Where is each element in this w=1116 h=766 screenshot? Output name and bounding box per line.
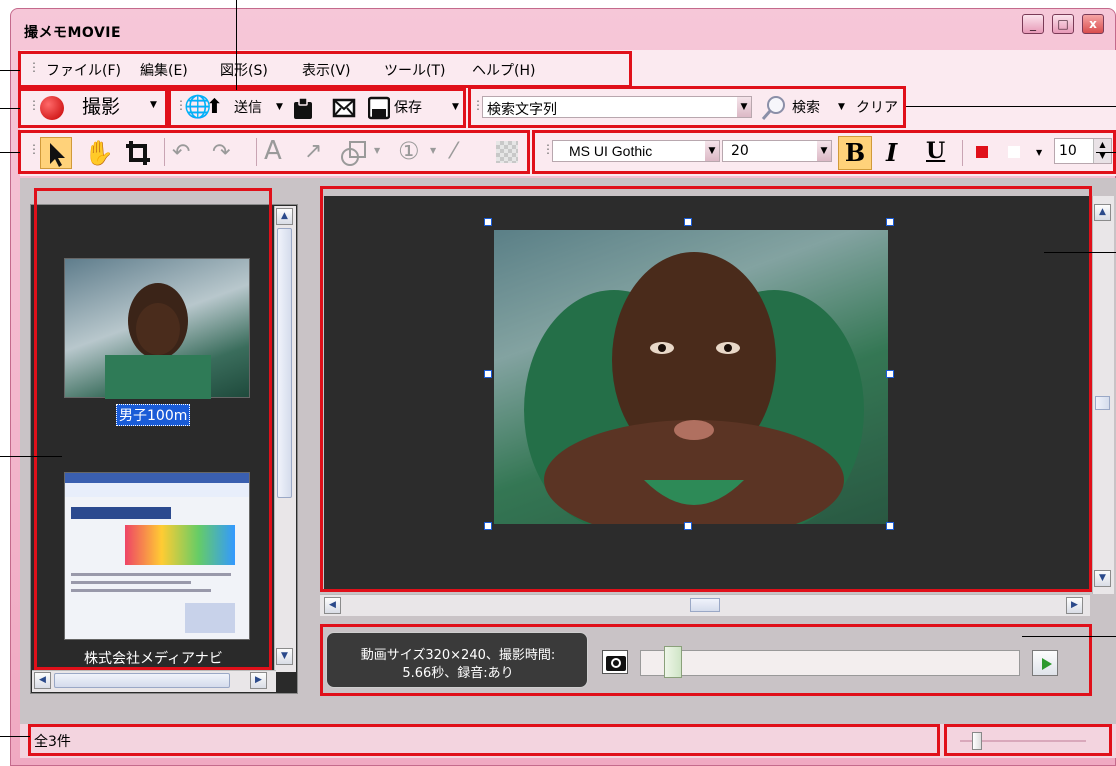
toolbar1-grip: ⋮ bbox=[28, 98, 40, 112]
canvas-scroll-thumb-h[interactable] bbox=[690, 598, 720, 612]
record-button[interactable]: 撮影 bbox=[82, 96, 120, 118]
scroll-left-icon[interactable]: ◀ bbox=[34, 672, 51, 689]
pen-tool-icon[interactable]: ⁄ bbox=[452, 139, 456, 164]
mosaic-tool-icon[interactable] bbox=[496, 141, 518, 163]
bold-button[interactable]: B bbox=[838, 136, 872, 170]
canvas-scroll-right-icon[interactable]: ▶ bbox=[1066, 597, 1083, 614]
menu-tools[interactable]: ツール(T) bbox=[384, 60, 445, 80]
snapshot-camera-icon[interactable] bbox=[602, 650, 628, 674]
mail-icon[interactable] bbox=[332, 96, 356, 120]
thumbnail-scroll-thumb[interactable] bbox=[277, 228, 292, 498]
callout-line-tools bbox=[0, 152, 20, 153]
font-name-dropdown-icon[interactable]: ▼ bbox=[705, 141, 719, 161]
font-name-select[interactable]: MS UI Gothic ▼ bbox=[552, 140, 720, 162]
shape-tool-icon[interactable] bbox=[340, 139, 368, 167]
font-size-dropdown-icon[interactable]: ▼ bbox=[817, 141, 831, 161]
select-tool-button[interactable] bbox=[40, 137, 72, 169]
maximize-button[interactable]: □ bbox=[1052, 14, 1074, 34]
video-info-line2: 5.66秒、録音:あり bbox=[402, 666, 514, 681]
callout-line-record bbox=[0, 108, 20, 109]
number-tool-button[interactable]: ① bbox=[398, 137, 420, 165]
save-dropdown-icon[interactable]: ▼ bbox=[452, 102, 459, 112]
search-input-text: 検索文字列 bbox=[487, 102, 557, 118]
text-tool-button[interactable]: A bbox=[264, 136, 282, 166]
item-count: 全3件 bbox=[34, 734, 71, 750]
font-size-value: 20 bbox=[731, 143, 749, 159]
callout-line-playback bbox=[1022, 636, 1116, 637]
callout-line-status bbox=[0, 736, 30, 737]
callout-line-menu bbox=[0, 70, 20, 71]
zoom-slider-thumb[interactable] bbox=[972, 732, 982, 750]
video-info-line1: 動画サイズ320×240、撮影時間: bbox=[360, 648, 556, 663]
save-icon[interactable] bbox=[367, 96, 391, 120]
callout-line-format bbox=[1096, 152, 1116, 153]
separator bbox=[164, 138, 166, 166]
separator3 bbox=[962, 140, 964, 166]
menu-shape[interactable]: 図形(S) bbox=[220, 60, 268, 80]
record-icon[interactable] bbox=[40, 96, 64, 120]
number-dropdown-icon[interactable]: ▼ bbox=[430, 146, 436, 155]
scroll-right-icon[interactable]: ▶ bbox=[250, 672, 267, 689]
separator2 bbox=[256, 138, 258, 166]
underline-button[interactable]: U bbox=[926, 138, 945, 164]
menu-help[interactable]: ヘルプ(H) bbox=[472, 60, 535, 80]
shape-dropdown-icon[interactable]: ▼ bbox=[374, 146, 380, 155]
font-name-value: MS UI Gothic bbox=[569, 143, 653, 159]
send-dropdown-icon[interactable]: ▼ bbox=[276, 102, 283, 112]
arrow-tool-icon[interactable]: ↗ bbox=[304, 139, 322, 164]
callout-line-canvas bbox=[1044, 252, 1116, 253]
clear-button[interactable]: クリア bbox=[856, 97, 898, 119]
send-button[interactable]: 送信 bbox=[234, 97, 262, 119]
search-dropdown-icon[interactable]: ▼ bbox=[737, 97, 751, 117]
scroll-down-icon[interactable]: ▼ bbox=[276, 648, 293, 665]
spinner-arrows-icon[interactable]: ▲ ▼ bbox=[1093, 139, 1111, 163]
menu-file[interactable]: ファイル(F) bbox=[46, 60, 121, 80]
undo-icon[interactable]: ↶ bbox=[172, 140, 190, 165]
search-input[interactable]: 検索文字列 ▼ bbox=[482, 96, 752, 118]
record-dropdown-icon[interactable]: ▼ bbox=[150, 100, 157, 110]
seek-thumb[interactable] bbox=[664, 646, 682, 678]
scroll-up-icon[interactable]: ▲ bbox=[276, 208, 293, 225]
save-button[interactable]: 保存 bbox=[394, 97, 422, 119]
close-button[interactable]: x bbox=[1082, 14, 1104, 34]
font-size-select[interactable]: 20 ▼ bbox=[722, 140, 832, 162]
callout-line-search bbox=[906, 106, 1116, 107]
canvas-scrollbar-v[interactable] bbox=[1092, 196, 1114, 594]
playback-seek-bar[interactable] bbox=[640, 650, 1020, 676]
search-dropdown-arrow[interactable]: ▼ bbox=[838, 102, 845, 112]
canvas-scroll-left-icon[interactable]: ◀ bbox=[324, 597, 341, 614]
search-button[interactable]: 検索 bbox=[792, 97, 820, 119]
thumbnail-panel-highlight bbox=[34, 188, 272, 670]
hand-icon[interactable]: ✋ bbox=[84, 139, 114, 167]
text-color-swatch[interactable] bbox=[976, 146, 988, 158]
redo-icon[interactable]: ↷ bbox=[212, 140, 230, 165]
color-dropdown-icon[interactable]: ▼ bbox=[1036, 148, 1042, 157]
canvas-highlight bbox=[320, 186, 1092, 592]
upload-arrow-icon: ⬆ bbox=[206, 94, 223, 118]
canvas-scroll-up-icon[interactable]: ▲ bbox=[1094, 204, 1111, 221]
menu-edit[interactable]: 編集(E) bbox=[140, 60, 188, 80]
minimize-button[interactable]: _ bbox=[1022, 14, 1044, 34]
window-title: 撮メモMOVIE bbox=[24, 25, 122, 41]
toolbar2-grip: ⋮ bbox=[28, 142, 40, 156]
status-count-highlight bbox=[28, 724, 940, 756]
crop-icon[interactable] bbox=[124, 139, 152, 167]
fill-color-swatch[interactable] bbox=[1008, 146, 1020, 158]
canvas-scroll-thumb-v[interactable] bbox=[1095, 396, 1110, 410]
menu-view[interactable]: 表示(V) bbox=[302, 60, 351, 80]
search-icon[interactable] bbox=[760, 94, 788, 122]
canvas-scroll-down-icon[interactable]: ▼ bbox=[1094, 570, 1111, 587]
play-button[interactable] bbox=[1032, 650, 1058, 676]
callout-line-send bbox=[236, 0, 237, 90]
italic-button[interactable]: I bbox=[886, 138, 897, 167]
clipboard-icon[interactable] bbox=[292, 96, 314, 120]
menu-grip: ⋮ bbox=[28, 60, 40, 74]
thumbnail-scroll-thumb-h[interactable] bbox=[54, 673, 230, 688]
line-width-spinner[interactable]: 10 ▲ ▼ bbox=[1054, 138, 1112, 164]
callout-line-thumbs bbox=[0, 456, 62, 457]
line-width-value: 10 bbox=[1059, 143, 1077, 159]
